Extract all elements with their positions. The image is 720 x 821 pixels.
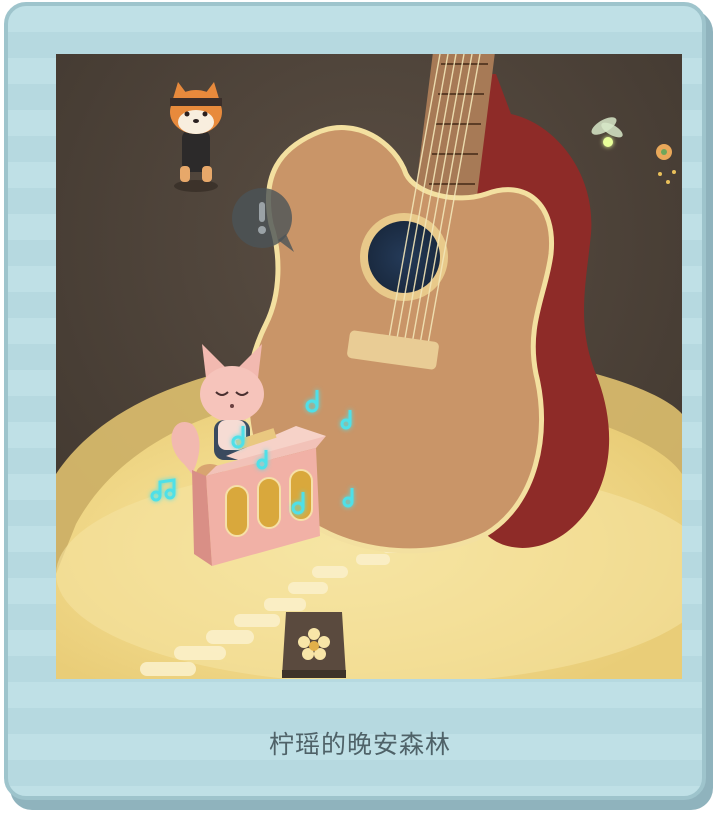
- scene-photo: [56, 54, 682, 679]
- flower-icon[interactable]: [282, 612, 346, 678]
- card-caption: 柠瑶的晚安森林: [268, 730, 451, 759]
